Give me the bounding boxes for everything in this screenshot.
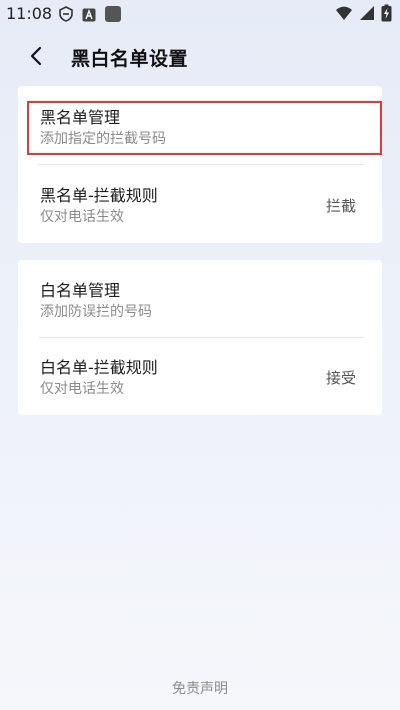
blacklist-card: 黑名单管理 添加指定的拦截号码 黑名单-拦截规则 仅对电话生效 拦截 (18, 86, 382, 243)
whitelist-rule-item[interactable]: 白名单-拦截规则 仅对电话生效 接受 (18, 338, 382, 415)
disclaimer-link[interactable]: 免责声明 (0, 678, 400, 698)
blacklist-manage-subtitle: 添加指定的拦截号码 (40, 131, 166, 147)
back-button[interactable] (22, 44, 50, 72)
app-square-icon (104, 5, 122, 27)
status-right-icons (335, 4, 392, 26)
whitelist-card: 白名单管理 添加防误拦的号码 白名单-拦截规则 仅对电话生效 接受 (18, 260, 382, 415)
whitelist-manage-title: 白名单管理 (40, 281, 121, 300)
blacklist-rule-title: 黑名单-拦截规则 (40, 186, 158, 205)
chevron-left-icon (29, 46, 43, 70)
whitelist-rule-value: 接受 (325, 369, 356, 387)
whitelist-rule-subtitle: 仅对电话生效 (40, 381, 124, 397)
blacklist-manage-item[interactable]: 黑名单管理 添加指定的拦截号码 (18, 86, 382, 164)
whitelist-manage-item[interactable]: 白名单管理 添加防误拦的号码 (18, 260, 382, 337)
status-bar: 11:08 (0, 0, 400, 30)
signal-icon (359, 5, 375, 25)
status-time: 11:08 (6, 4, 53, 23)
battery-charging-icon (381, 4, 392, 26)
whitelist-manage-subtitle: 添加防误拦的号码 (40, 304, 152, 320)
page-title: 黑白名单设置 (71, 48, 189, 70)
blacklist-rule-value: 拦截 (325, 197, 356, 215)
a-box-icon (82, 7, 96, 26)
blacklist-manage-title: 黑名单管理 (40, 108, 121, 127)
blacklist-rule-subtitle: 仅对电话生效 (40, 209, 124, 225)
status-left-icons (58, 5, 122, 27)
vpn-shield-icon (58, 6, 74, 26)
whitelist-rule-title: 白名单-拦截规则 (40, 358, 158, 377)
top-app-bar: 黑白名单设置 (0, 36, 400, 80)
blacklist-rule-item[interactable]: 黑名单-拦截规则 仅对电话生效 拦截 (18, 165, 382, 243)
wifi-icon (335, 5, 353, 25)
